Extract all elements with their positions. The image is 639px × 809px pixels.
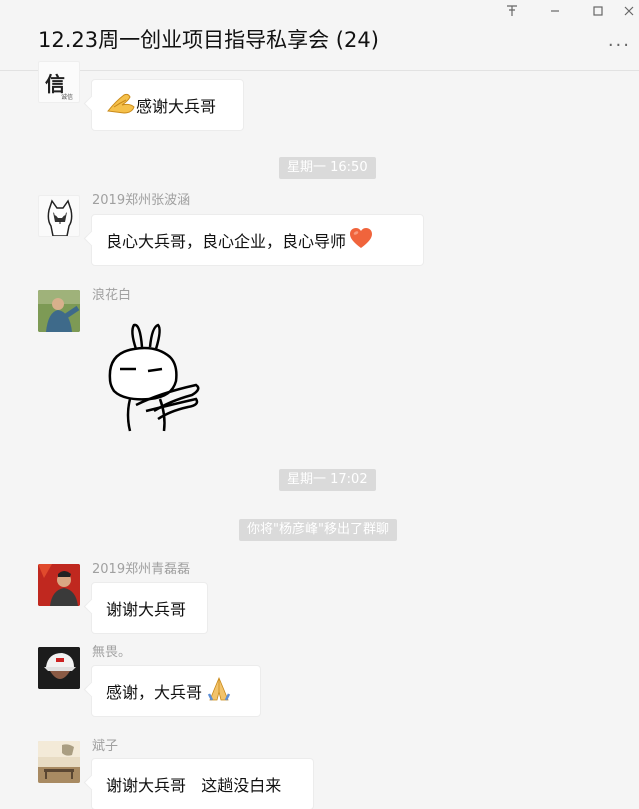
message-bubble[interactable]: 感谢，大兵哥 [91,665,261,717]
message-text: 感谢大兵哥 [136,97,217,116]
minimize-icon [551,10,559,12]
close-icon [624,6,634,16]
avatar[interactable] [38,290,80,332]
avatar[interactable] [38,647,80,689]
more-options-button[interactable]: ... [608,32,631,50]
close-button[interactable] [619,0,639,22]
chat-window: 12.23周一创业项目指导私享会 (24) ... 信 诚信 感谢大兵哥 星期一… [0,0,639,809]
maximize-button[interactable] [583,0,613,22]
message-bubble[interactable]: 谢谢大兵哥 [91,582,208,634]
avatar[interactable] [38,564,80,606]
sender-name: 斌子 [92,739,119,754]
landscape-photo-avatar [38,741,80,783]
maximize-icon [593,6,603,16]
bow-emoji [106,91,136,119]
avatar[interactable] [38,195,80,237]
sender-name: 2019郑州张波涵 [92,193,191,208]
heart-emoji [349,227,373,253]
person-photo-avatar [38,647,80,689]
message-bubble[interactable]: 感谢大兵哥 [91,79,244,131]
timestamp: 星期一 16:50 [279,157,376,179]
message-bubble[interactable]: 谢谢大兵哥 这趟没白来 [91,758,314,809]
message-text: 谢谢大兵哥 [106,600,187,619]
sender-name: 無畏。 [92,645,132,660]
message-bubble[interactable]: 良心大兵哥，良心企业，良心导师 [91,214,424,266]
avatar[interactable] [38,741,80,783]
minimize-button[interactable] [540,0,570,22]
pin-icon [507,5,517,16]
rabbit-bow-sticker[interactable] [100,319,210,437]
sender-name: 2019郑州青磊磊 [92,562,191,577]
title-bar: 12.23周一创业项目指导私享会 (24) ... [0,0,639,71]
message-text: 谢谢大兵哥 这趟没白来 [106,776,282,795]
timestamp: 星期一 17:02 [279,469,376,491]
person-photo-avatar [38,290,80,332]
pray-emoji [206,676,232,706]
cat-avatar-icon [47,199,73,236]
pin-button[interactable] [497,0,527,22]
chat-title: 12.23周一创业项目指导私享会 (24) [38,28,379,52]
message-text: 感谢，大兵哥 [106,683,203,702]
message-list[interactable]: 信 诚信 感谢大兵哥 星期一 16:50 2019郑州张波涵 良心大兵哥，良心企… [0,61,639,809]
avatar[interactable]: 信 诚信 [38,61,80,103]
message-text: 良心大兵哥，良心企业，良心导师 [106,232,347,251]
system-notice: 你将"杨彦峰"移出了群聊 [239,519,397,541]
sender-name: 浪花白 [92,288,132,303]
person-photo-avatar [38,564,80,606]
